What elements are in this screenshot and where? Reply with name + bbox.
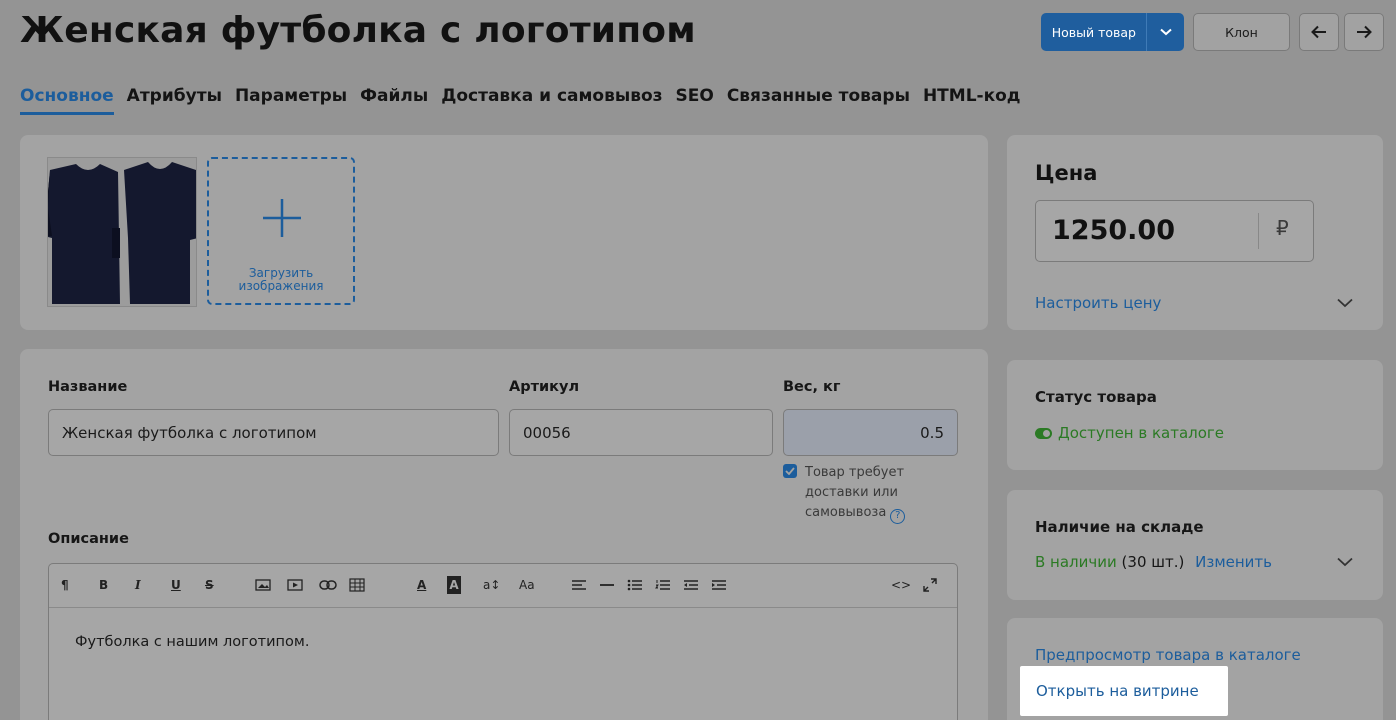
price-input[interactable]: 1250.00 ₽ (1035, 200, 1314, 262)
price-heading: Цена (1035, 161, 1098, 185)
status-text: Доступен в каталоге (1058, 424, 1225, 442)
tab-files[interactable]: Файлы (360, 86, 428, 115)
numbered-list-icon[interactable] (655, 576, 671, 594)
next-item-button[interactable] (1344, 13, 1384, 51)
weight-label: Вес, кг (783, 379, 841, 395)
description-text: Футболка с нашим логотипом. (75, 634, 310, 650)
stock-availability: В наличии (1035, 553, 1117, 571)
paragraph-icon[interactable]: ¶ (61, 576, 69, 594)
tab-main[interactable]: Основное (20, 86, 114, 115)
tab-related-products[interactable]: Связанные товары (727, 86, 910, 115)
name-label: Название (48, 379, 128, 395)
table-icon[interactable] (349, 576, 365, 594)
align-icon[interactable] (571, 576, 587, 594)
shipping-checkbox[interactable] (783, 464, 797, 478)
bold-icon[interactable]: B (99, 576, 108, 594)
italic-icon[interactable]: I (135, 576, 141, 594)
sku-input[interactable]: 00056 (509, 409, 773, 456)
font-family-icon[interactable]: Aa (519, 576, 535, 594)
arrow-left-icon (1311, 25, 1326, 39)
editor-toolbar: ¶ B I U S A A a↕ Aa <> (49, 564, 957, 608)
price-card: Цена 1250.00 ₽ Настроить цену (1007, 135, 1383, 330)
tab-html-code[interactable]: HTML-код (923, 86, 1021, 115)
sku-label: Артикул (509, 379, 580, 395)
status-card: Статус товара Доступен в каталоге (1007, 360, 1383, 470)
top-actions: Новый товар Клон (1040, 13, 1384, 51)
text-color-icon[interactable]: A (417, 576, 426, 594)
arrow-right-icon (1357, 25, 1372, 39)
bullet-list-icon[interactable] (627, 576, 643, 594)
new-item-dropdown-button[interactable] (1146, 13, 1184, 51)
horizontal-rule-icon[interactable] (599, 576, 615, 594)
chevron-down-icon (1159, 28, 1172, 36)
image-icon[interactable] (255, 576, 271, 594)
stock-heading: Наличие на складе (1035, 518, 1204, 536)
outdent-icon[interactable] (683, 576, 699, 594)
new-item-button[interactable]: Новый товар (1041, 13, 1146, 51)
shipping-checkbox-label: Товар требует доставки или самовывоза? (805, 463, 945, 524)
description-label: Описание (48, 531, 129, 547)
strikethrough-icon[interactable]: S (205, 576, 214, 594)
status-heading: Статус товара (1035, 388, 1157, 406)
font-size-icon[interactable]: a↕ (483, 576, 500, 594)
plus-icon (263, 199, 301, 237)
video-icon[interactable] (287, 576, 303, 594)
previous-item-button[interactable] (1299, 13, 1339, 51)
stock-card: Наличие на складе В наличии (30 шт.) Изм… (1007, 490, 1383, 600)
stock-line: В наличии (30 шт.) Изменить (1035, 553, 1272, 571)
images-card: Загрузить изображения (20, 135, 988, 330)
configure-price-link[interactable]: Настроить цену (1035, 294, 1161, 312)
open-storefront-link[interactable]: Открыть на витрине (1036, 682, 1199, 700)
chevron-down-icon[interactable] (1337, 298, 1353, 308)
underline-icon[interactable]: U (171, 576, 181, 594)
stock-count: (30 шт.) (1121, 553, 1185, 571)
new-item-button-group: Новый товар (1040, 13, 1184, 51)
link-icon[interactable] (319, 576, 337, 594)
description-editor[interactable]: ¶ B I U S A A a↕ Aa <> Футболка с нашим … (48, 563, 958, 720)
price-divider (1258, 213, 1259, 249)
tab-parameters[interactable]: Параметры (235, 86, 347, 115)
toggle-icon (1035, 427, 1052, 439)
tab-bar: Основное Атрибуты Параметры Файлы Достав… (20, 86, 1021, 115)
shipping-checkbox-text: Товар требует доставки или самовывоза (805, 465, 905, 520)
change-stock-link[interactable]: Изменить (1195, 553, 1272, 571)
currency-symbol: ₽ (1276, 216, 1289, 240)
preview-in-catalog-link[interactable]: Предпросмотр товара в каталоге (1035, 646, 1301, 664)
status-value[interactable]: Доступен в каталоге (1035, 424, 1224, 442)
product-image-thumbnail[interactable] (44, 157, 198, 307)
weight-input[interactable]: 0.5 (783, 409, 958, 456)
tab-attributes[interactable]: Атрибуты (127, 86, 222, 115)
chevron-down-icon[interactable] (1337, 557, 1353, 567)
tshirt-image (44, 162, 198, 304)
price-value: 1250.00 (1052, 215, 1175, 246)
tab-seo[interactable]: SEO (676, 86, 714, 115)
background-color-icon[interactable]: A (447, 576, 461, 594)
indent-icon[interactable] (711, 576, 727, 594)
product-form-card: Название Женская футболка с логотипом Ар… (20, 349, 988, 720)
help-icon[interactable]: ? (890, 508, 906, 524)
upload-images-button[interactable]: Загрузить изображения (207, 157, 355, 305)
fullscreen-icon[interactable] (923, 576, 937, 594)
open-storefront-highlight: Открыть на витрине (1020, 666, 1228, 716)
code-view-icon[interactable]: <> (891, 576, 911, 594)
checkmark-icon (785, 467, 795, 475)
name-input[interactable]: Женская футболка с логотипом (48, 409, 499, 456)
tab-shipping[interactable]: Доставка и самовывоз (441, 86, 662, 115)
clone-button[interactable]: Клон (1193, 13, 1290, 51)
page-title: Женская футболка с логотипом (20, 10, 696, 51)
upload-images-label: Загрузить изображения (238, 266, 324, 293)
